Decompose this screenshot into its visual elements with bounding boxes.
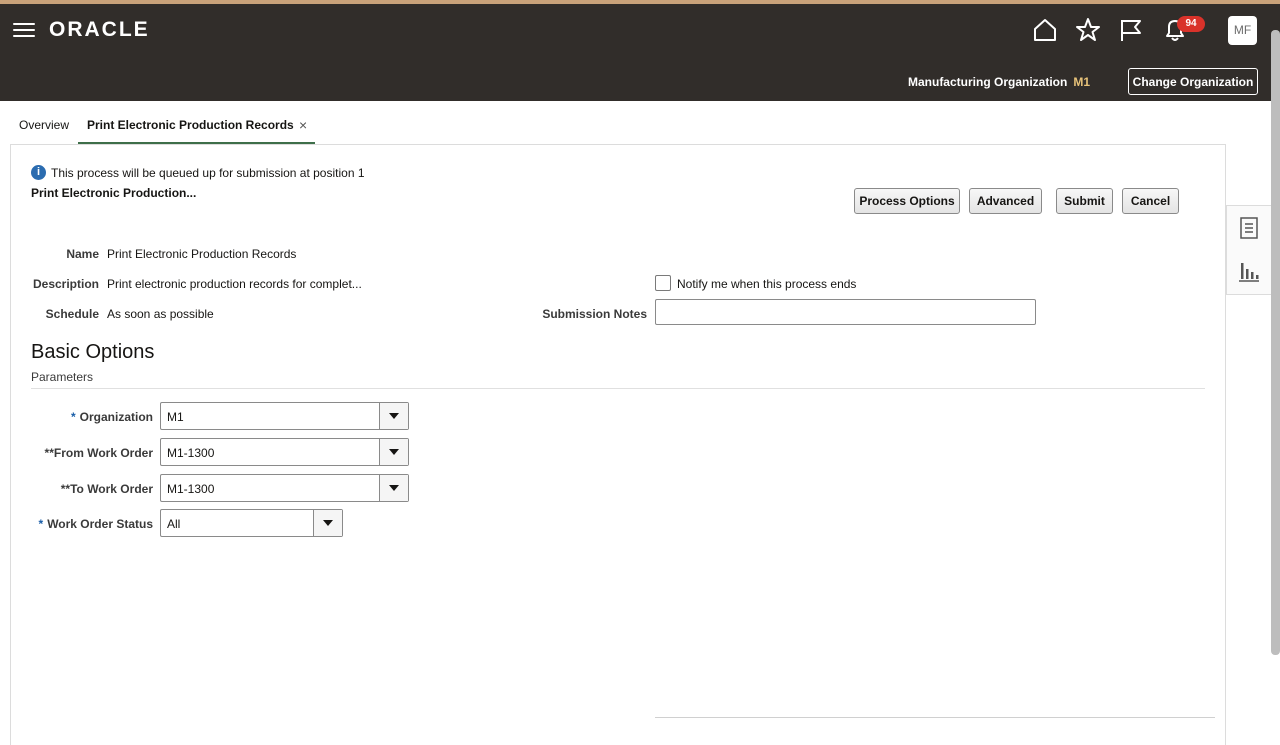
document-list-icon[interactable] bbox=[1238, 216, 1260, 240]
organization-label-text: Organization bbox=[79, 410, 153, 424]
org-code: M1 bbox=[1073, 75, 1090, 89]
notification-count-badge: 94 bbox=[1177, 16, 1205, 32]
chevron-down-icon bbox=[389, 449, 399, 455]
tab-overview[interactable]: Overview bbox=[19, 118, 69, 132]
from-work-order-select[interactable]: M1-1300 bbox=[160, 438, 409, 466]
organization-select[interactable]: M1 bbox=[160, 402, 409, 430]
process-options-button[interactable]: Process Options bbox=[854, 188, 960, 214]
bottom-divider bbox=[655, 717, 1215, 718]
name-value: Print Electronic Production Records bbox=[107, 247, 297, 261]
from-work-order-dropdown-button[interactable] bbox=[379, 439, 408, 465]
basic-options-heading: Basic Options bbox=[31, 341, 155, 363]
home-icon[interactable] bbox=[1031, 16, 1059, 44]
oracle-logo: ORACLE bbox=[49, 18, 150, 41]
notify-label: Notify me when this process ends bbox=[677, 277, 857, 291]
section-divider bbox=[31, 388, 1205, 389]
required-asterisk: * bbox=[70, 410, 76, 424]
flag-icon[interactable] bbox=[1117, 16, 1145, 44]
from-work-order-label: **From Work Order bbox=[44, 446, 153, 460]
to-work-order-dropdown-button[interactable] bbox=[379, 475, 408, 501]
vertical-scrollbar[interactable] bbox=[1271, 30, 1280, 655]
organization-select-value: M1 bbox=[167, 410, 184, 424]
work-order-status-label-text: Work Order Status bbox=[47, 517, 153, 531]
header-accent-line bbox=[0, 0, 1280, 4]
right-side-rail bbox=[1226, 205, 1271, 295]
close-tab-icon[interactable]: × bbox=[299, 117, 307, 133]
submission-notes-input[interactable] bbox=[655, 299, 1036, 325]
process-short-title: Print Electronic Production... bbox=[31, 186, 197, 200]
to-work-order-select[interactable]: M1-1300 bbox=[160, 474, 409, 502]
manufacturing-org-label: Manufacturing Organization M1 bbox=[908, 75, 1090, 89]
favorites-star-icon[interactable] bbox=[1074, 16, 1102, 44]
org-label-text: Manufacturing Organization bbox=[907, 75, 1068, 89]
queue-info-message: This process will be queued up for submi… bbox=[51, 166, 365, 180]
organization-label: * Organization bbox=[20, 410, 153, 424]
to-work-order-select-value: M1-1300 bbox=[167, 482, 215, 496]
user-avatar[interactable]: MF bbox=[1228, 16, 1257, 45]
description-label: Description bbox=[32, 277, 99, 291]
chevron-down-icon bbox=[389, 413, 399, 419]
from-work-order-select-value: M1-1300 bbox=[167, 446, 215, 460]
chevron-down-icon bbox=[323, 520, 333, 526]
notify-checkbox[interactable] bbox=[655, 275, 671, 291]
schedule-value: As soon as possible bbox=[107, 307, 214, 321]
bar-chart-icon[interactable] bbox=[1238, 259, 1260, 283]
required-asterisk: * bbox=[38, 517, 44, 531]
submission-notes-label: Submission Notes bbox=[542, 307, 647, 321]
to-work-order-label: **To Work Order bbox=[60, 482, 153, 496]
hamburger-menu-icon[interactable] bbox=[13, 21, 35, 39]
work-order-status-label: * Work Order Status bbox=[20, 517, 153, 531]
parameters-subheading: Parameters bbox=[31, 370, 94, 384]
work-order-status-select[interactable]: All bbox=[160, 509, 343, 537]
work-order-status-select-value: All bbox=[167, 517, 181, 531]
organization-dropdown-button[interactable] bbox=[379, 403, 408, 429]
change-organization-button[interactable]: Change Organization bbox=[1128, 68, 1258, 95]
submit-button[interactable]: Submit bbox=[1056, 188, 1113, 214]
description-value: Print electronic production records for … bbox=[107, 277, 362, 291]
name-label: Name bbox=[66, 247, 99, 261]
chevron-down-icon bbox=[389, 485, 399, 491]
work-order-status-dropdown-button[interactable] bbox=[313, 510, 342, 536]
tab-print-electronic-production-records[interactable]: Print Electronic Production Records bbox=[87, 118, 294, 132]
cancel-button[interactable]: Cancel bbox=[1122, 188, 1179, 214]
advanced-button[interactable]: Advanced bbox=[969, 188, 1042, 214]
schedule-label: Schedule bbox=[45, 307, 99, 321]
info-icon: i bbox=[31, 165, 46, 180]
